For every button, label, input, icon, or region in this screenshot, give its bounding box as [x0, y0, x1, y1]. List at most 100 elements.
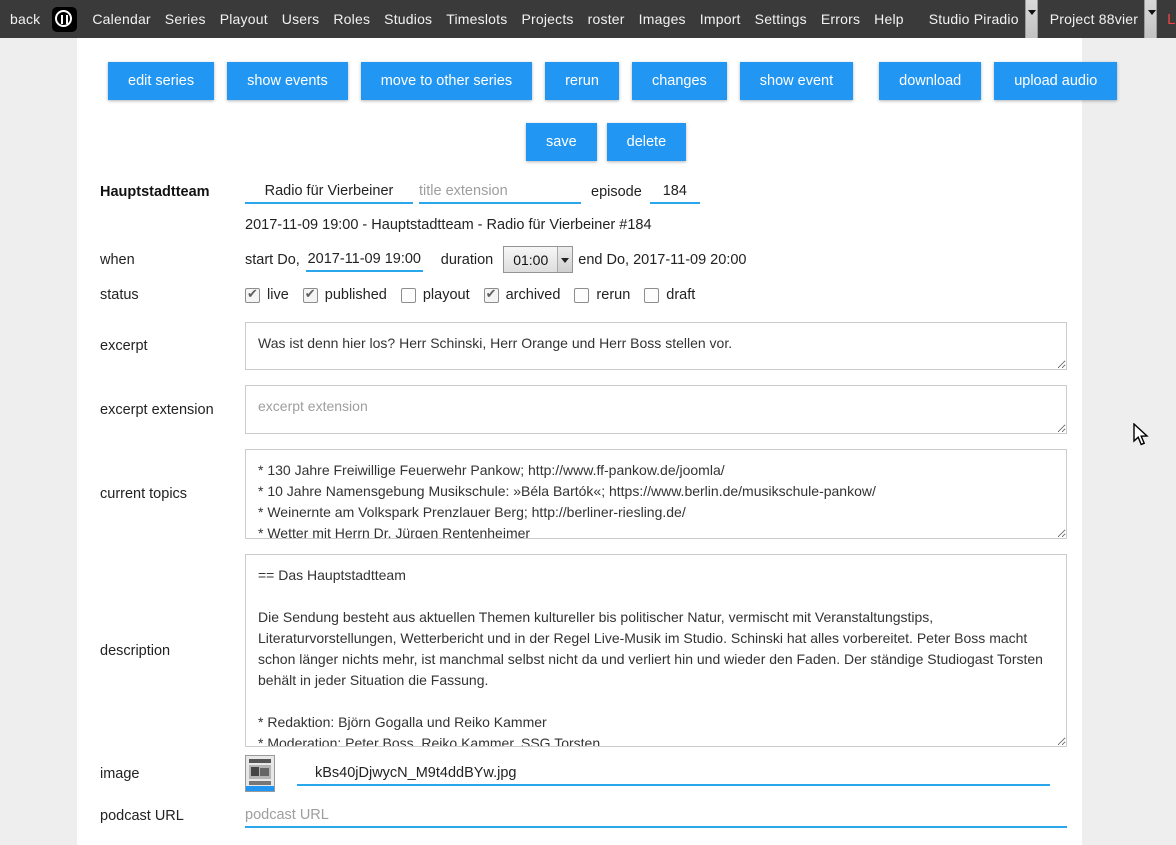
- series-name-label: Hauptstadtteam: [100, 184, 245, 200]
- nav-roster[interactable]: roster: [581, 11, 632, 27]
- draft-checkbox[interactable]: [644, 288, 659, 303]
- nav-series[interactable]: Series: [158, 11, 213, 27]
- status-draft[interactable]: draft: [644, 287, 695, 303]
- show-events-button[interactable]: show events: [227, 62, 348, 100]
- nav-playout[interactable]: Playout: [213, 11, 275, 27]
- thumbnail-art: [260, 768, 269, 776]
- rerun-checkbox-label[interactable]: rerun: [596, 287, 630, 303]
- nav-projects[interactable]: Projects: [514, 11, 580, 27]
- current-topics-row: current topics * 130 Jahre Freiwillige F…: [100, 434, 1082, 539]
- nav-studios[interactable]: Studios: [377, 11, 439, 27]
- thumbnail-blue-bar: [246, 786, 274, 791]
- thumbnail-art: [249, 781, 271, 785]
- thumbnail-art: [249, 759, 271, 763]
- draft-checkbox-label[interactable]: draft: [666, 287, 695, 303]
- published-checkbox-label[interactable]: published: [325, 287, 387, 303]
- title-input[interactable]: [245, 180, 413, 204]
- excerpt-row: excerpt Was ist denn hier los? Herr Schi…: [100, 303, 1082, 370]
- rerun-checkbox[interactable]: [574, 288, 589, 303]
- description-textarea[interactable]: == Das Hauptstadtteam Die Sendung besteh…: [245, 554, 1067, 747]
- start-label: start Do,: [245, 252, 300, 268]
- nav-calendar[interactable]: Calendar: [85, 11, 157, 27]
- when-label: when: [100, 252, 245, 268]
- project-select[interactable]: Project 88vier: [1042, 0, 1157, 38]
- podcast-url-row: podcast URL: [100, 804, 1082, 828]
- title-row: Hauptstadtteam episode: [100, 180, 1082, 204]
- status-row: status live published playout archived r…: [100, 287, 1082, 303]
- rerun-button[interactable]: rerun: [545, 62, 619, 100]
- current-topics-label: current topics: [100, 486, 245, 502]
- nav-timeslots[interactable]: Timeslots: [439, 11, 514, 27]
- status-archived[interactable]: archived: [484, 287, 561, 303]
- archived-checkbox-label[interactable]: archived: [506, 287, 561, 303]
- project-select-value: Project 88vier: [1042, 11, 1144, 27]
- duration-select[interactable]: 01:00: [503, 246, 573, 273]
- move-to-other-series-button[interactable]: move to other series: [361, 62, 532, 100]
- duration-select-value: 01:00: [504, 247, 557, 272]
- save-button[interactable]: save: [526, 123, 597, 161]
- start-datetime-input[interactable]: [306, 248, 423, 272]
- nav-users[interactable]: Users: [275, 11, 327, 27]
- status-rerun[interactable]: rerun: [574, 287, 630, 303]
- nav-import[interactable]: Import: [693, 11, 748, 27]
- end-label: end Do, 2017-11-09 20:00: [578, 252, 746, 268]
- live-checkbox[interactable]: [245, 288, 260, 303]
- episode-label: episode: [591, 184, 642, 200]
- studio-select[interactable]: Studio Piradio: [921, 0, 1038, 38]
- chevron-down-icon[interactable]: [1144, 0, 1157, 38]
- podcast-url-input[interactable]: [245, 804, 1067, 828]
- thumbnail-art: [251, 767, 259, 776]
- excerpt-textarea[interactable]: Was ist denn hier los? Herr Schinski, He…: [245, 322, 1067, 370]
- status-published[interactable]: published: [303, 287, 387, 303]
- excerpt-label: excerpt: [100, 338, 245, 354]
- nav-roles[interactable]: Roles: [326, 11, 377, 27]
- status-label: status: [100, 287, 245, 303]
- toolbar-save-delete: save delete: [526, 123, 1082, 161]
- app-logo-icon[interactable]: [52, 7, 77, 32]
- top-navigation: back Calendar Series Playout Users Roles…: [0, 0, 1176, 38]
- excerpt-extension-row: excerpt extension: [100, 370, 1082, 434]
- upload-audio-button[interactable]: upload audio: [994, 62, 1117, 100]
- event-title-row: 2017-11-09 19:00 - Hauptstadtteam - Radi…: [100, 217, 1082, 233]
- edit-series-button[interactable]: edit series: [108, 62, 214, 100]
- podcast-url-label: podcast URL: [100, 808, 245, 824]
- nav-settings[interactable]: Settings: [748, 11, 814, 27]
- logout-link[interactable]: Logout: [1167, 11, 1176, 28]
- studio-select-value: Studio Piradio: [921, 11, 1025, 27]
- description-row: description == Das Hauptstadtteam Die Se…: [100, 539, 1082, 747]
- duration-label: duration: [441, 252, 493, 268]
- status-playout[interactable]: playout: [401, 287, 470, 303]
- status-live[interactable]: live: [245, 287, 289, 303]
- logo-pause-bars: [61, 15, 68, 24]
- event-full-title: 2017-11-09 19:00 - Hauptstadtteam - Radi…: [245, 217, 652, 233]
- chevron-down-icon: [557, 247, 572, 272]
- image-label: image: [100, 766, 245, 782]
- live-checkbox-label[interactable]: live: [267, 287, 289, 303]
- archived-checkbox[interactable]: [484, 288, 499, 303]
- chevron-down-icon[interactable]: [1025, 0, 1038, 38]
- description-label: description: [100, 643, 245, 659]
- changes-button[interactable]: changes: [632, 62, 727, 100]
- nav-help[interactable]: Help: [867, 11, 911, 27]
- image-filename-input[interactable]: [297, 762, 1050, 786]
- episode-input[interactable]: [650, 180, 700, 204]
- when-row: when start Do, duration 01:00 end Do, 20…: [100, 246, 1082, 273]
- show-event-button[interactable]: show event: [740, 62, 853, 100]
- delete-button[interactable]: delete: [607, 123, 687, 161]
- image-row: image: [100, 755, 1082, 792]
- excerpt-extension-textarea[interactable]: [245, 385, 1067, 434]
- mouse-cursor: [1132, 423, 1154, 447]
- nav-back[interactable]: back: [0, 11, 48, 27]
- published-checkbox[interactable]: [303, 288, 318, 303]
- nav-errors[interactable]: Errors: [814, 11, 867, 27]
- excerpt-extension-label: excerpt extension: [100, 402, 245, 418]
- playout-checkbox[interactable]: [401, 288, 416, 303]
- nav-images[interactable]: Images: [632, 11, 693, 27]
- toolbar-primary: edit series show events move to other se…: [108, 62, 1057, 100]
- event-edit-panel: edit series show events move to other se…: [77, 38, 1082, 845]
- title-extension-input[interactable]: [419, 180, 581, 204]
- current-topics-textarea[interactable]: * 130 Jahre Freiwillige Feuerwehr Pankow…: [245, 449, 1067, 539]
- image-thumbnail[interactable]: [245, 755, 275, 792]
- download-button[interactable]: download: [879, 62, 981, 100]
- playout-checkbox-label[interactable]: playout: [423, 287, 470, 303]
